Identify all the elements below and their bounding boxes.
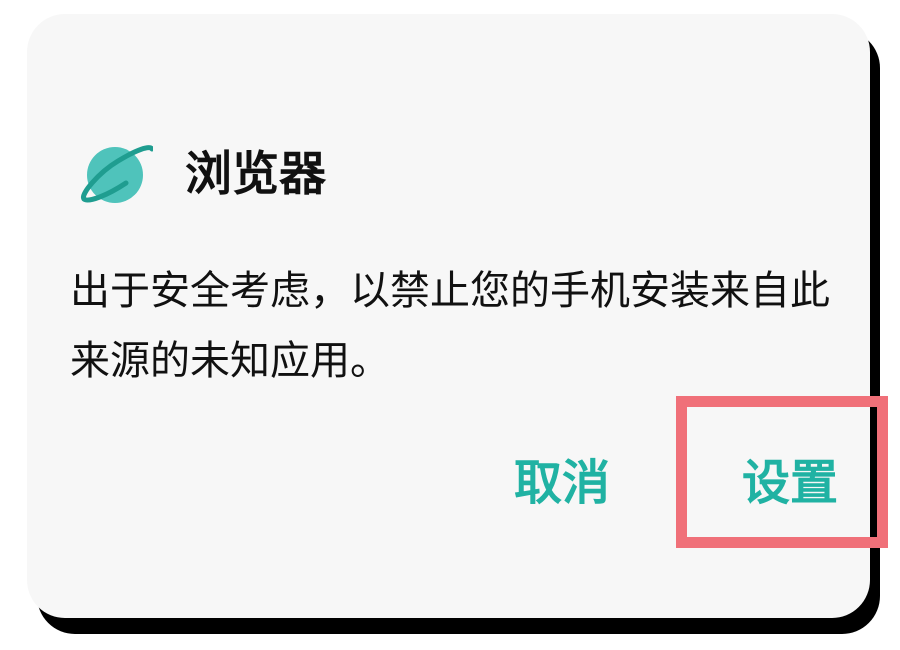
- screen: 浏览器 出于安全考虑，以禁止您的手机安装来自此来源的未知应用。 取消 设置: [0, 0, 900, 650]
- planet-icon: [78, 137, 155, 212]
- cancel-button[interactable]: 取消: [514, 453, 610, 513]
- dialog-message: 出于安全考虑，以禁止您的手机安装来自此来源的未知应用。: [70, 268, 830, 384]
- dialog-title: 浏览器: [185, 147, 326, 202]
- settings-button[interactable]: 设置: [742, 453, 838, 513]
